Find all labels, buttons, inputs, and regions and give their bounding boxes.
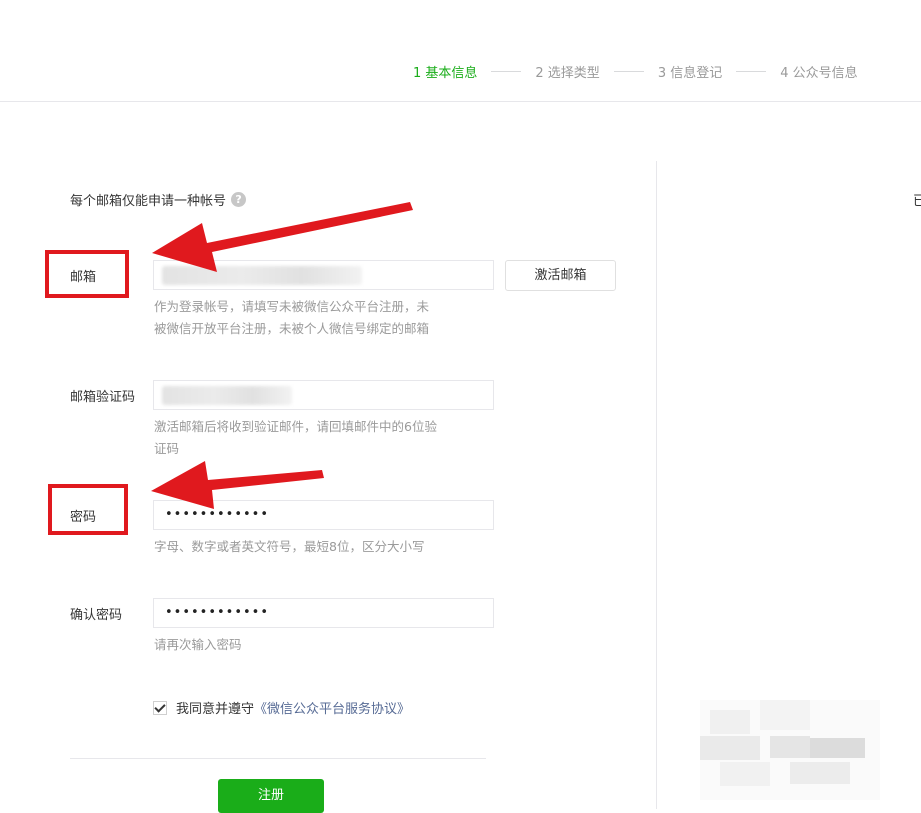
mosaic-redacted-area [700, 700, 880, 800]
annotation-arrows [151, 202, 413, 509]
password-arrow-icon [151, 461, 324, 509]
email-arrow-icon [152, 202, 413, 272]
